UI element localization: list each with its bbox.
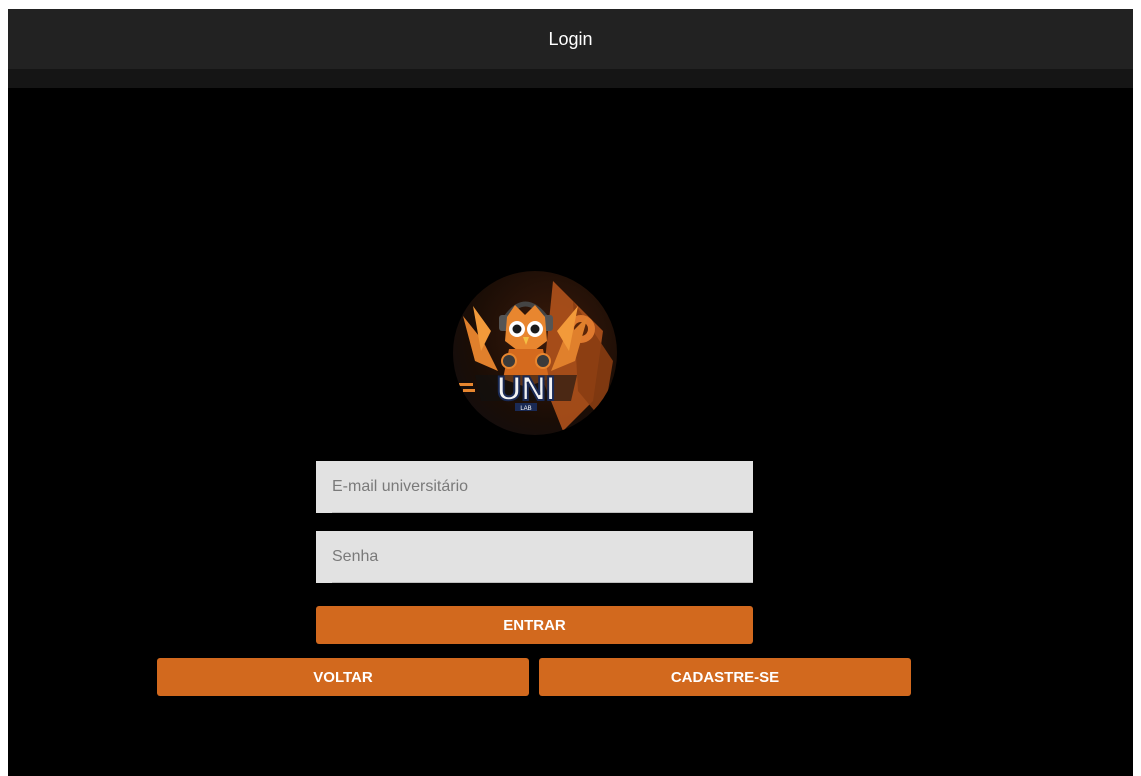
app-logo: UNI LAB [453, 271, 617, 435]
email-field[interactable] [316, 461, 753, 513]
password-field[interactable] [316, 531, 753, 583]
back-button[interactable]: VOLTAR [157, 658, 529, 696]
register-button[interactable]: CADASTRE-SE [539, 658, 911, 696]
app-screen: Login UNI LAB E-mail universitário ENTRA… [8, 9, 1133, 776]
owl-logo-icon: UNI LAB [459, 281, 613, 431]
svg-text:UNI: UNI [497, 370, 556, 408]
password-field-underline [332, 582, 753, 583]
email-field-underline [332, 512, 753, 513]
svg-text:LAB: LAB [520, 406, 531, 412]
app-header: Login [8, 9, 1133, 69]
page-title: Login [548, 28, 593, 49]
header-divider [8, 69, 1133, 88]
login-button[interactable]: ENTRAR [316, 606, 753, 644]
